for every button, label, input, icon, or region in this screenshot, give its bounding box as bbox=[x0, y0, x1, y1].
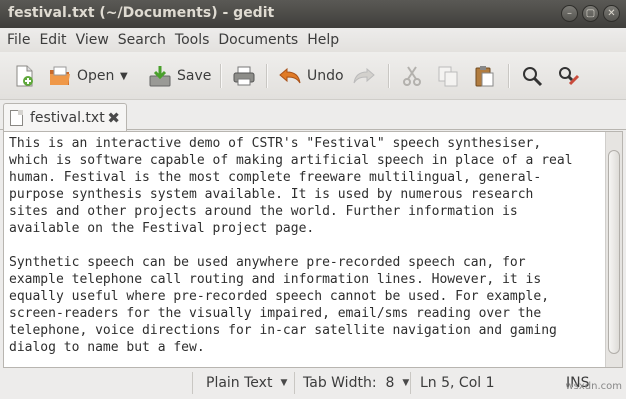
language-label: Plain Text bbox=[206, 375, 273, 391]
close-window-button[interactable]: ✕ bbox=[603, 5, 620, 22]
open-recent-dropdown[interactable]: ▼ bbox=[120, 60, 128, 92]
tab-width-label: Tab Width: 8 bbox=[303, 375, 395, 391]
toolbar-separator bbox=[220, 64, 221, 88]
menu-tools[interactable]: Tools bbox=[172, 32, 213, 48]
find-button[interactable] bbox=[520, 60, 544, 92]
save-label: Save bbox=[177, 68, 212, 84]
menu-help[interactable]: Help bbox=[304, 32, 342, 48]
open-label: Open bbox=[77, 68, 115, 84]
printer-icon bbox=[232, 64, 256, 88]
search-icon bbox=[520, 64, 544, 88]
status-bar: Plain Text ▼ Tab Width: 8 ▼ Ln 5, Col 1 … bbox=[0, 369, 626, 399]
new-document-icon bbox=[12, 64, 36, 88]
minimize-button[interactable]: – bbox=[561, 5, 578, 22]
print-button[interactable] bbox=[232, 60, 256, 92]
copy-button[interactable] bbox=[436, 60, 460, 92]
status-divider bbox=[192, 372, 193, 394]
language-selector[interactable]: Plain Text ▼ bbox=[206, 372, 287, 394]
document-tab-bar: festival.txt ✖ bbox=[0, 100, 626, 131]
new-button[interactable] bbox=[12, 60, 36, 92]
menu-view[interactable]: View bbox=[73, 32, 112, 48]
toolbar-separator bbox=[508, 64, 509, 88]
cursor-position: Ln 5, Col 1 bbox=[420, 375, 495, 391]
window-title: festival.txt (~/Documents) - gedit bbox=[8, 5, 275, 21]
tab-festival-txt[interactable]: festival.txt ✖ bbox=[3, 103, 127, 131]
toolbar: Open ▼ Save Undo bbox=[0, 52, 626, 100]
undo-button[interactable]: Undo bbox=[278, 60, 344, 92]
scissors-icon bbox=[400, 64, 424, 88]
close-tab-icon[interactable]: ✖ bbox=[107, 109, 120, 127]
editor-frame: This is an interactive demo of CSTR's "F… bbox=[3, 131, 623, 368]
vertical-scrollbar[interactable] bbox=[605, 132, 622, 367]
chevron-down-icon: ▼ bbox=[280, 378, 288, 388]
open-button[interactable]: Open bbox=[48, 60, 114, 92]
scrollbar-thumb[interactable] bbox=[608, 150, 620, 354]
text-document-icon bbox=[10, 109, 23, 126]
tab-label: festival.txt bbox=[30, 109, 105, 126]
redo-arrow-icon bbox=[352, 64, 376, 88]
save-button[interactable]: Save bbox=[148, 60, 211, 92]
menu-documents[interactable]: Documents bbox=[215, 32, 301, 48]
find-replace-button[interactable] bbox=[556, 60, 580, 92]
toolbar-separator bbox=[388, 64, 389, 88]
redo-button[interactable] bbox=[352, 60, 376, 92]
undo-label: Undo bbox=[307, 68, 344, 84]
toolbar-separator bbox=[266, 64, 267, 88]
watermark: wsxdn.com bbox=[565, 381, 622, 392]
cut-button[interactable] bbox=[400, 60, 424, 92]
open-folder-icon bbox=[48, 64, 72, 88]
menu-edit[interactable]: Edit bbox=[36, 32, 69, 48]
clipboard-icon bbox=[472, 64, 496, 88]
title-bar: festival.txt (~/Documents) - gedit – ▢ ✕ bbox=[0, 0, 626, 28]
status-divider bbox=[410, 372, 411, 394]
find-replace-icon bbox=[556, 64, 580, 88]
tab-width-selector[interactable]: Tab Width: 8 ▼ bbox=[303, 372, 409, 394]
text-editor[interactable]: This is an interactive demo of CSTR's "F… bbox=[9, 135, 599, 356]
copy-icon bbox=[436, 64, 460, 88]
menu-file[interactable]: File bbox=[4, 32, 33, 48]
save-icon bbox=[148, 64, 172, 88]
chevron-down-icon: ▼ bbox=[402, 378, 410, 388]
maximize-button[interactable]: ▢ bbox=[582, 5, 599, 22]
undo-arrow-icon bbox=[278, 64, 302, 88]
paste-button[interactable] bbox=[472, 60, 496, 92]
menu-search[interactable]: Search bbox=[115, 32, 169, 48]
status-divider bbox=[294, 372, 295, 394]
menu-bar: File Edit View Search Tools Documents He… bbox=[0, 28, 626, 52]
